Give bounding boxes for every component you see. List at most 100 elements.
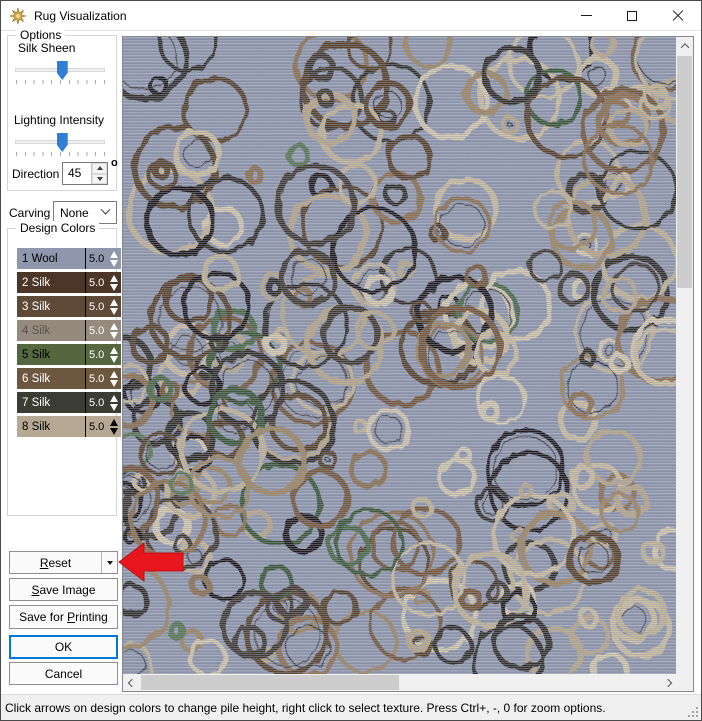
chevron-up-icon <box>680 43 688 51</box>
pile-up-arrow[interactable] <box>110 395 118 402</box>
pile-height-arrows <box>108 419 121 435</box>
carving-selected-value: None <box>54 206 102 220</box>
save-image-button[interactable]: Save Image <box>9 578 118 601</box>
close-button[interactable] <box>655 1 701 30</box>
pile-height-value: 5.0 <box>86 373 108 385</box>
window-controls <box>563 1 701 30</box>
lighting-intensity-label: Lighting Intensity <box>14 113 104 127</box>
pile-down-arrow[interactable] <box>110 260 118 267</box>
silk-sheen-label: Silk Sheen <box>18 41 75 55</box>
design-color-row[interactable]: 5 Silk5.0 <box>17 344 121 365</box>
design-color-label: 1 Wool <box>17 253 85 265</box>
direction-down-button[interactable] <box>92 174 107 185</box>
pile-up-arrow[interactable] <box>110 371 118 378</box>
design-color-label: 6 Silk <box>17 373 85 385</box>
direction-label: Direction <box>12 167 59 181</box>
carving-label: Carving <box>9 206 50 220</box>
design-color-row[interactable]: 4 Silk5.0 <box>17 320 121 341</box>
vertical-scrollbar-thumb[interactable] <box>677 56 692 288</box>
status-bar: Click arrows on design colors to change … <box>1 694 701 720</box>
pile-up-arrow[interactable] <box>110 323 118 330</box>
design-color-row[interactable]: 1 Wool5.0 <box>17 248 121 269</box>
scroll-up-button[interactable] <box>676 37 693 54</box>
pile-height-arrows <box>108 323 121 339</box>
pile-height-value: 5.0 <box>86 421 108 433</box>
scroll-right-button[interactable] <box>659 674 676 691</box>
chevron-down-icon <box>101 205 111 215</box>
scrollbar-corner <box>676 674 693 691</box>
save-for-printing-button[interactable]: Save for Printing <box>9 605 118 629</box>
design-color-label: 5 Silk <box>17 349 85 361</box>
vertical-scrollbar[interactable] <box>676 37 693 691</box>
pile-height-arrows <box>108 371 121 387</box>
design-color-label: 4 Silk <box>17 325 85 337</box>
rug-texture-image[interactable] <box>123 37 676 674</box>
direction-up-button[interactable] <box>92 163 107 174</box>
design-color-row[interactable]: 7 Silk5.0 <box>17 392 121 413</box>
title-bar: Rug Visualization <box>1 1 701 31</box>
ok-button[interactable]: OK <box>9 635 118 659</box>
app-icon <box>10 8 26 24</box>
resize-grip[interactable] <box>687 706 700 719</box>
save-for-printing-button-label: Save for Printing <box>19 610 108 624</box>
options-group-label: Options <box>16 28 65 42</box>
lighting-intensity-slider-thumb[interactable] <box>57 133 68 152</box>
reset-button[interactable]: Reset <box>9 551 118 574</box>
cancel-button[interactable]: Cancel <box>9 662 118 685</box>
pile-down-arrow[interactable] <box>110 284 118 291</box>
pile-height-arrows <box>108 275 121 291</box>
minimize-icon <box>581 15 592 16</box>
pile-down-arrow[interactable] <box>110 380 118 387</box>
rug-preview-panel <box>122 36 694 692</box>
chevron-right-icon <box>663 678 671 686</box>
silk-sheen-ticks <box>16 80 105 84</box>
pile-height-arrows <box>108 395 121 411</box>
design-color-row[interactable]: 2 Silk5.0 <box>17 272 121 293</box>
design-color-row[interactable]: 6 Silk5.0 <box>17 368 121 389</box>
pile-down-arrow[interactable] <box>110 308 118 315</box>
cancel-button-label: Cancel <box>45 667 82 681</box>
pile-up-arrow[interactable] <box>110 299 118 306</box>
pile-height-value: 5.0 <box>86 277 108 289</box>
design-color-label: 3 Silk <box>17 301 85 313</box>
pile-height-value: 5.0 <box>86 397 108 409</box>
degree-unit: o <box>111 157 118 169</box>
ok-button-label: OK <box>55 640 72 654</box>
pile-height-value: 5.0 <box>86 349 108 361</box>
minimize-button[interactable] <box>563 1 609 30</box>
direction-spin-buttons <box>91 163 107 184</box>
direction-spinner[interactable]: 45 <box>62 162 108 185</box>
pile-up-arrow[interactable] <box>110 251 118 258</box>
design-color-label: 7 Silk <box>17 397 85 409</box>
maximize-icon <box>627 11 637 21</box>
rug-visualization-window: Rug Visualization Options Silk Sheen Lig… <box>0 0 702 721</box>
pile-up-arrow[interactable] <box>110 275 118 282</box>
design-colors-group-label: Design Colors <box>16 221 99 235</box>
pile-height-value: 5.0 <box>86 301 108 313</box>
down-arrow-icon <box>97 177 103 181</box>
design-colors-group: Design Colors 1 Wool5.02 Silk5.03 Silk5.… <box>7 228 117 516</box>
lighting-intensity-slider[interactable] <box>15 140 105 144</box>
design-color-row[interactable]: 8 Silk5.0 <box>17 416 121 437</box>
silk-sheen-slider-thumb[interactable] <box>57 61 68 80</box>
pile-down-arrow[interactable] <box>110 404 118 411</box>
pile-down-arrow[interactable] <box>110 356 118 363</box>
pile-up-arrow[interactable] <box>110 419 118 426</box>
lighting-intensity-ticks <box>16 152 105 156</box>
design-color-label: 8 Silk <box>17 421 85 433</box>
pile-down-arrow[interactable] <box>110 428 118 435</box>
silk-sheen-slider[interactable] <box>15 68 105 72</box>
horizontal-scrollbar-thumb[interactable] <box>141 675 399 690</box>
reset-dropdown-button[interactable] <box>101 552 117 573</box>
options-group: Options Silk Sheen Lighting Intensity Di… <box>7 35 117 191</box>
design-color-row[interactable]: 3 Silk5.0 <box>17 296 121 317</box>
direction-value[interactable]: 45 <box>63 163 91 184</box>
pile-up-arrow[interactable] <box>110 347 118 354</box>
pile-down-arrow[interactable] <box>110 332 118 339</box>
chevron-left-icon <box>127 678 135 686</box>
maximize-button[interactable] <box>609 1 655 30</box>
horizontal-scrollbar[interactable] <box>123 674 676 691</box>
scroll-left-button[interactable] <box>123 674 140 691</box>
pile-height-value: 5.0 <box>86 325 108 337</box>
design-color-label: 2 Silk <box>17 277 85 289</box>
